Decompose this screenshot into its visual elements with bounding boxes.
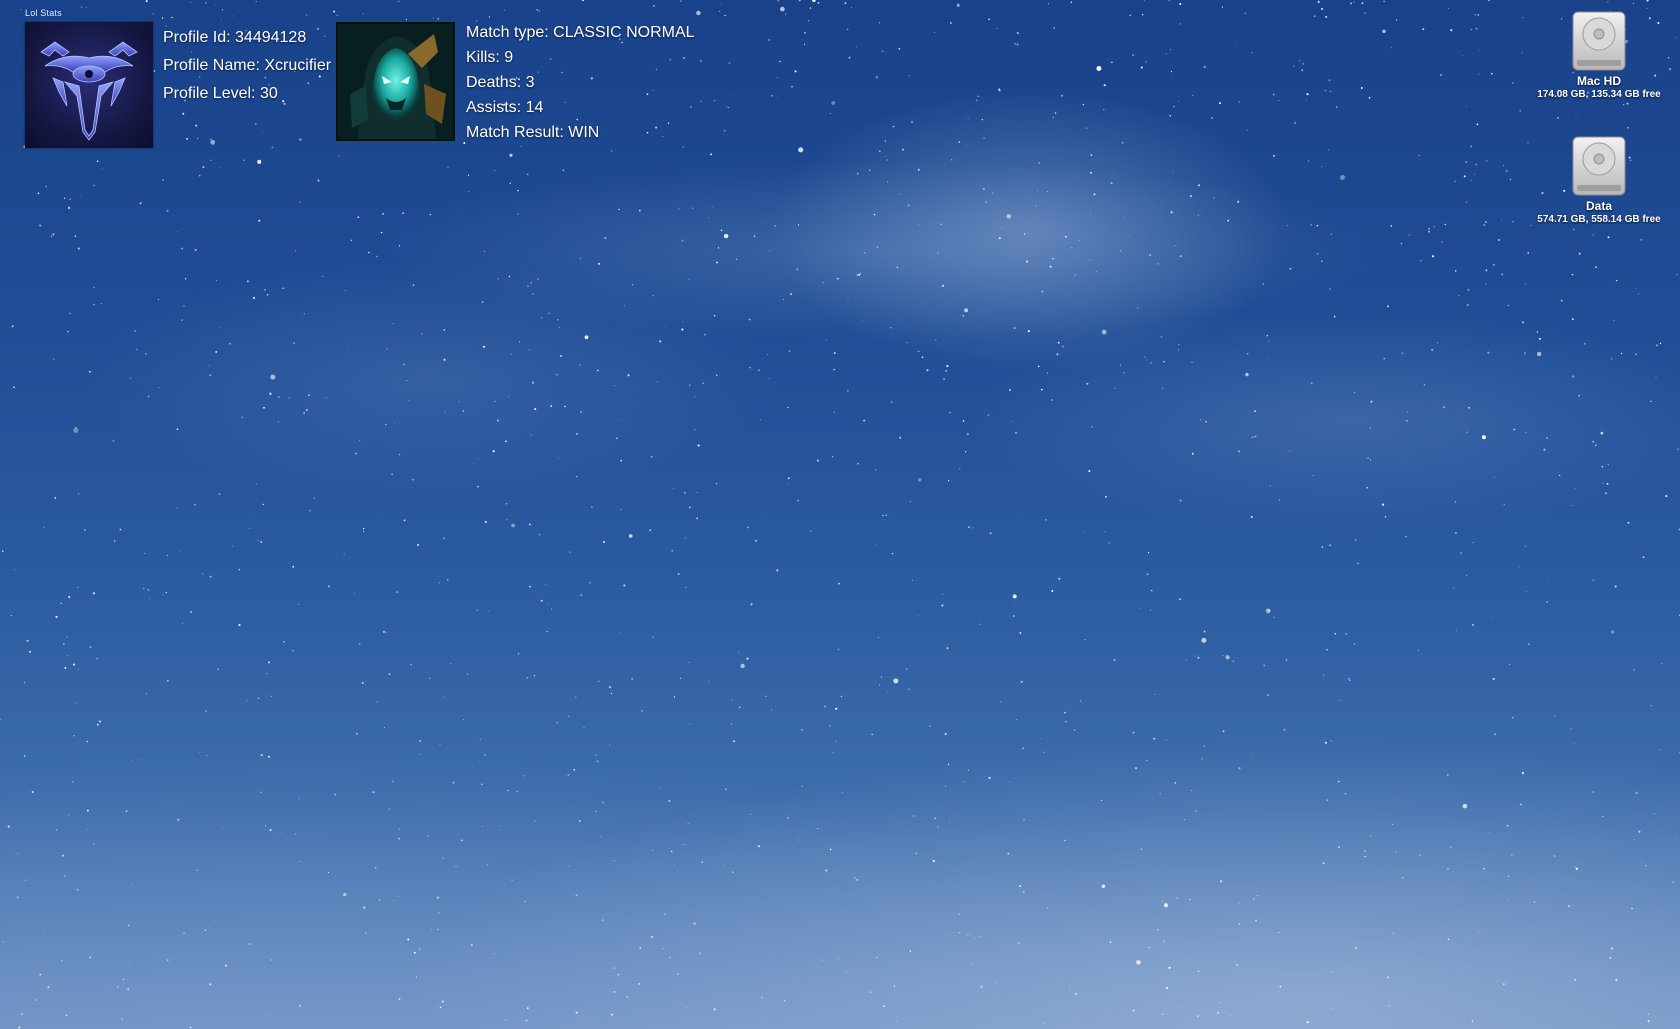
profile-emblem-icon — [25, 22, 153, 148]
profile-id: Profile Id: 34494128 — [163, 29, 307, 46]
profile-name: Profile Name: Xcrucifier — [163, 57, 332, 74]
match-type: Match type: CLASSIC NORMAL — [466, 24, 695, 41]
hard-drive-icon — [1571, 10, 1627, 72]
champion-portrait-icon — [336, 22, 455, 141]
profile-level: Profile Level: 30 — [163, 85, 278, 102]
drive-name: Data — [1585, 199, 1612, 213]
drive-name: Mac HD — [1576, 74, 1621, 88]
match-deaths: Deaths: 3 — [466, 74, 535, 91]
drive-capacity: 574.71 GB, 558.14 GB free — [1537, 214, 1661, 225]
match-info: Match type: CLASSIC NORMAL Kills: 9 Deat… — [466, 20, 695, 145]
profile-info: Profile Id: 34494128 Profile Name: Xcruc… — [163, 24, 331, 108]
hard-drive-icon — [1571, 135, 1627, 197]
wallpaper-stars — [0, 0, 1680, 1029]
widget-title: Lol Stats — [25, 8, 62, 18]
drive-capacity: 174.08 GB, 135.34 GB free — [1537, 89, 1661, 100]
desktop-drive-data[interactable]: Data 574.71 GB, 558.14 GB free — [1524, 135, 1674, 226]
match-kills: Kills: 9 — [466, 49, 514, 66]
match-assists: Assists: 14 — [466, 99, 544, 116]
desktop-drive-mac-hd[interactable]: Mac HD 174.08 GB, 135.34 GB free — [1524, 10, 1674, 101]
match-result: Match Result: WIN — [466, 124, 600, 141]
